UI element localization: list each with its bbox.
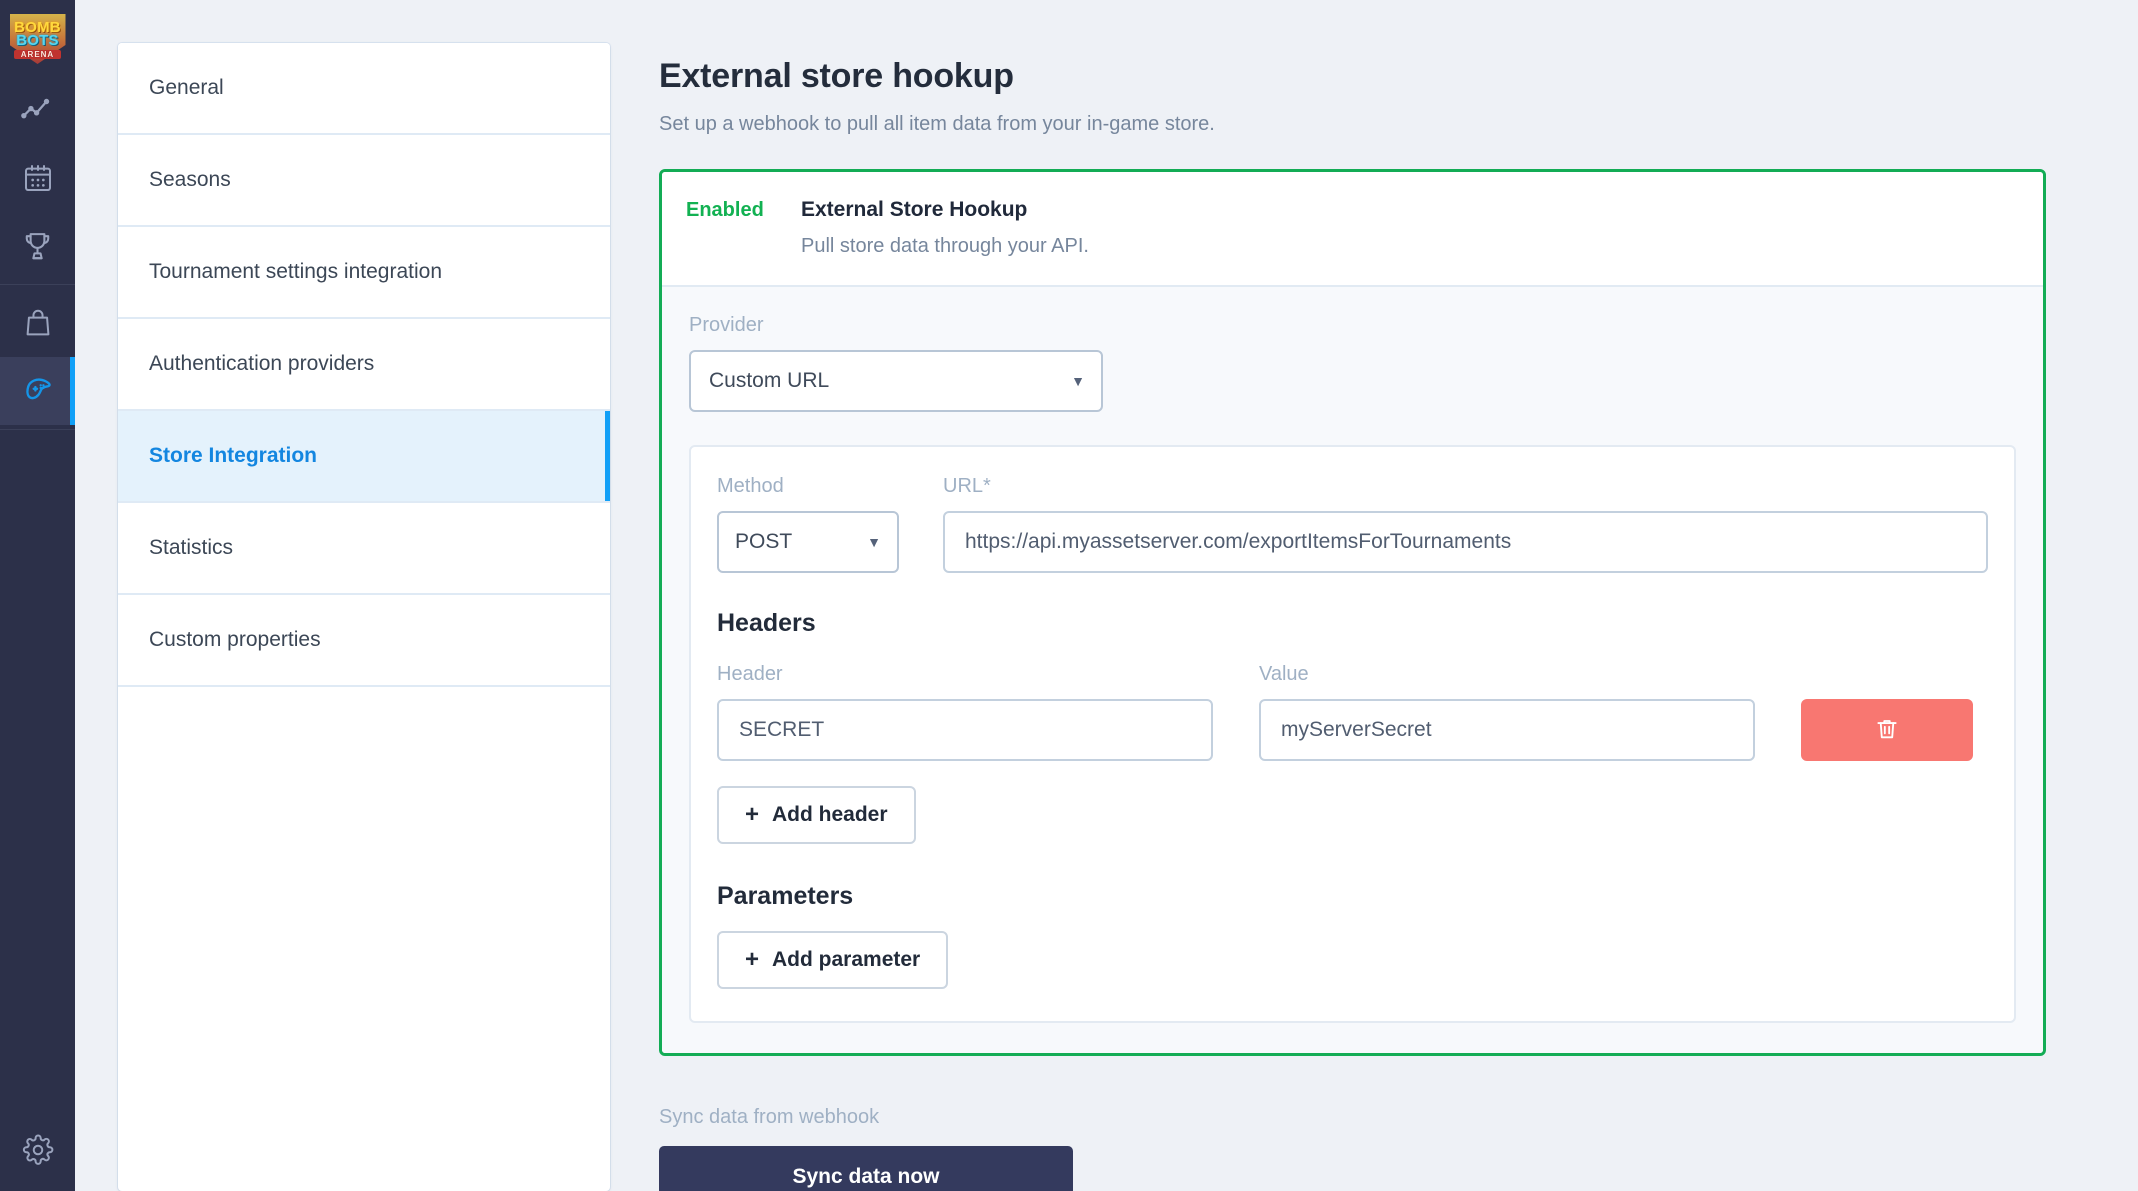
header-value-label: Value <box>1259 663 1755 686</box>
sidebar-item-label: Store Integration <box>149 444 317 468</box>
primary-nav-rail: BOMB BOTS ARENA <box>0 0 75 1191</box>
hookup-card-body: Provider Custom URL ▼ Method POST ▼ <box>662 285 2043 1053</box>
url-label: URL* <box>943 475 1988 498</box>
gamepad-icon <box>19 372 57 410</box>
add-header-label: Add header <box>772 803 888 827</box>
gear-icon <box>22 1134 54 1171</box>
sidebar-item-label: General <box>149 76 224 100</box>
sync-section-label: Sync data from webhook <box>659 1106 2138 1129</box>
page-subtitle: Set up a webhook to pull all item data f… <box>659 113 2138 136</box>
method-select[interactable]: POST ▼ <box>717 511 899 573</box>
sidebar-item-label: Seasons <box>149 168 231 192</box>
sidebar-item-tournament-settings-integration[interactable]: Tournament settings integration <box>118 227 610 319</box>
content-area: General Seasons Tournament settings inte… <box>75 0 2138 1191</box>
chevron-down-icon: ▼ <box>867 535 881 549</box>
hookup-card-header: Enabled External Store Hookup Pull store… <box>662 172 2043 285</box>
chevron-down-icon: ▼ <box>1071 374 1085 388</box>
header-name-input[interactable]: SECRET <box>717 699 1213 761</box>
method-label: Method <box>717 475 899 498</box>
method-field: Method POST ▼ <box>717 475 899 573</box>
add-parameter-label: Add parameter <box>772 948 920 972</box>
request-config-card: Method POST ▼ URL* https://api.myassetse… <box>689 445 2016 1023</box>
plus-icon: + <box>745 803 759 827</box>
sidebar-item-authentication-providers[interactable]: Authentication providers <box>118 319 610 411</box>
sidebar-item-label: Statistics <box>149 536 233 560</box>
sync-data-now-button[interactable]: Sync data now <box>659 1146 1073 1191</box>
header-name-field: Header SECRET <box>717 663 1213 761</box>
hookup-title: External Store Hookup <box>801 198 1089 222</box>
shopping-bag-icon <box>22 307 54 339</box>
rail-divider <box>0 284 75 285</box>
header-row: Header SECRET Value myServerSecret <box>717 663 1988 761</box>
header-value-input[interactable]: myServerSecret <box>1259 699 1755 761</box>
add-header-button[interactable]: + Add header <box>717 786 916 844</box>
rail-item-tournaments[interactable] <box>0 212 75 280</box>
rail-spacer <box>0 434 75 1113</box>
add-parameter-button[interactable]: + Add parameter <box>717 931 948 989</box>
rail-item-analytics[interactable] <box>0 76 75 144</box>
provider-label: Provider <box>689 314 2016 337</box>
sidebar-item-general[interactable]: General <box>118 43 610 135</box>
url-field: URL* https://api.myassetserver.com/expor… <box>943 475 1988 573</box>
sidebar-item-label: Authentication providers <box>149 352 374 376</box>
main-panel: External store hookup Set up a webhook t… <box>610 40 2138 1191</box>
header-name-label: Header <box>717 663 1213 686</box>
page-title: External store hookup <box>659 57 2138 96</box>
url-input[interactable]: https://api.myassetserver.com/exportItem… <box>943 511 1988 573</box>
method-url-row: Method POST ▼ URL* https://api.myassetse… <box>717 475 1988 573</box>
app-logo[interactable]: BOMB BOTS ARENA <box>0 0 75 76</box>
rail-item-store[interactable] <box>0 289 75 357</box>
plus-icon: + <box>745 948 759 972</box>
logo-line-2: BOTS <box>14 34 61 48</box>
sidebar-item-statistics[interactable]: Statistics <box>118 503 610 595</box>
sidebar-item-label: Tournament settings integration <box>149 260 442 284</box>
logo-line-3: ARENA <box>14 50 61 59</box>
rail-item-settings[interactable] <box>0 1113 75 1191</box>
provider-select[interactable]: Custom URL ▼ <box>689 350 1103 412</box>
sidebar-item-custom-properties[interactable]: Custom properties <box>118 595 610 687</box>
rail-item-game[interactable] <box>0 357 75 425</box>
external-store-hookup-card: Enabled External Store Hookup Pull store… <box>659 169 2046 1056</box>
headers-section-title: Headers <box>717 609 1988 638</box>
rail-item-calendar[interactable] <box>0 144 75 212</box>
method-selected-value: POST <box>735 530 792 554</box>
calendar-icon <box>22 162 54 194</box>
delete-header-button[interactable] <box>1801 699 1973 761</box>
sidebar-item-label: Custom properties <box>149 628 321 652</box>
trash-icon <box>1874 716 1900 745</box>
hookup-header-text: External Store Hookup Pull store data th… <box>801 198 1089 258</box>
rail-divider-2 <box>0 429 75 430</box>
status-badge: Enabled <box>686 198 801 222</box>
hookup-description: Pull store data through your API. <box>801 235 1089 258</box>
trophy-icon <box>21 230 54 263</box>
app-root: BOMB BOTS ARENA <box>0 0 2138 1191</box>
logo-shield-icon: BOMB BOTS ARENA <box>7 10 69 70</box>
settings-nav-card: General Seasons Tournament settings inte… <box>118 43 610 1191</box>
parameters-section-title: Parameters <box>717 882 1988 911</box>
analytics-line-chart-icon <box>21 93 55 127</box>
logo-text: BOMB BOTS ARENA <box>14 21 61 60</box>
provider-selected-value: Custom URL <box>709 369 829 393</box>
sidebar-item-seasons[interactable]: Seasons <box>118 135 610 227</box>
sidebar-item-store-integration[interactable]: Store Integration <box>118 411 610 503</box>
header-value-field: Value myServerSecret <box>1259 663 1755 761</box>
